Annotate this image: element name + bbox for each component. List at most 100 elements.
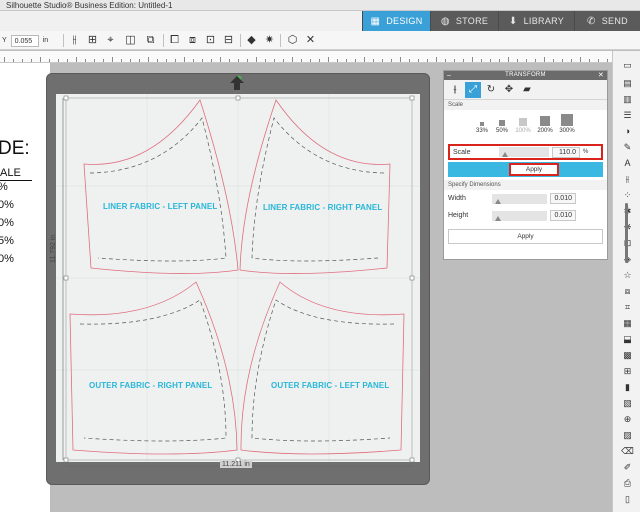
width-slider[interactable] — [492, 193, 547, 204]
scale-apply-button[interactable]: Apply — [509, 163, 559, 176]
close-icon[interactable]: ✕ — [304, 34, 317, 47]
align-tab-icon[interactable]: ⫲ — [447, 82, 463, 98]
eraser-icon[interactable]: ⌫ — [621, 445, 634, 458]
store-icon: ◍ — [440, 15, 450, 27]
rotate-tab-icon[interactable]: ↻ — [483, 82, 499, 98]
ruler-tick — [58, 59, 59, 62]
height-value-input[interactable]: 0.010 — [550, 210, 576, 221]
scale-apply-bar[interactable]: Apply — [448, 162, 603, 177]
ruler-tick — [454, 59, 455, 62]
tab-library-label: LIBRARY — [523, 16, 565, 26]
ruler-tick — [157, 59, 158, 62]
preset-label: 50% — [495, 128, 508, 134]
panel-label: LINER FABRIC - RIGHT PANEL — [263, 203, 383, 212]
align-panel-icon[interactable]: ⫲ — [621, 173, 634, 186]
send-icon: ✆ — [587, 15, 596, 27]
ungroup-icon[interactable]: ⧈ — [186, 34, 199, 47]
tab-design[interactable]: ▦ DESIGN — [362, 11, 430, 31]
warp-icon[interactable]: ⌗ — [621, 301, 634, 314]
color-swatches-icon[interactable]: ▧ — [621, 397, 634, 410]
align-icon[interactable]: ⫲ — [68, 34, 81, 47]
ruler-tick — [526, 59, 527, 62]
blade-icon[interactable]: ⬓ — [621, 333, 634, 346]
width-dimension-label: 11.211 in — [220, 461, 252, 468]
height-slider[interactable] — [492, 210, 547, 221]
page-setup-icon[interactable]: ▭ — [621, 59, 634, 72]
background-document: DE: ALE % 0% 0% 5% 0% — [0, 63, 50, 512]
preset-100[interactable]: 100% — [514, 114, 532, 134]
sidebar-scrollbar[interactable] — [625, 203, 628, 263]
ruler-tick — [31, 59, 32, 62]
star-icon[interactable]: ✷ — [263, 34, 276, 47]
sketch-icon[interactable]: ✐ — [621, 461, 634, 474]
tab-store[interactable]: ◍ STORE — [430, 11, 498, 31]
ruler-tick — [364, 57, 365, 62]
panel-label: OUTER FABRIC - RIGHT PANEL — [89, 381, 213, 390]
doc-value: 0% — [0, 217, 14, 229]
horizontal-ruler — [0, 51, 612, 63]
ruler-tick — [355, 59, 356, 62]
center-icon[interactable]: ⊞ — [86, 34, 99, 47]
preset-33[interactable]: 33% — [474, 114, 490, 134]
tab-library[interactable]: ⬇ LIBRARY — [498, 11, 574, 31]
scale-tab-icon[interactable]: ⤢ — [465, 81, 481, 98]
scale-presets: 33% 50% 100% 200% 300% — [444, 110, 607, 142]
cut-area[interactable] — [56, 94, 420, 462]
ruler-tick — [94, 59, 95, 62]
edit-toolbar: Y 0.055 in ⫲ ⊞ ⌖ ◫ ⧉ ⧠ ⧈ ⊡ ⊟ ◆ ✷ ⬡ ✕ — [0, 31, 640, 50]
duplicate-right-icon[interactable]: ◫ — [124, 34, 137, 47]
crosshair-icon[interactable]: ⌖ — [104, 34, 117, 47]
print-icon[interactable]: ⎙ — [621, 477, 634, 490]
panel-label: LINER FABRIC - LEFT PANEL — [103, 202, 218, 211]
preset-50[interactable]: 50% — [494, 114, 510, 134]
layers-icon[interactable]: ▥ — [621, 93, 634, 106]
preset-200[interactable]: 200% — [536, 114, 554, 134]
shapes-icon[interactable]: ◆ — [245, 34, 258, 47]
ruler-tick — [418, 59, 419, 62]
y-unit: in — [42, 37, 49, 44]
scale-slider[interactable] — [499, 147, 549, 157]
close-icon[interactable]: ✕ — [598, 71, 604, 80]
group-icon[interactable]: ⧠ — [168, 34, 181, 47]
preset-300[interactable]: 300% — [558, 114, 576, 134]
fill-color-icon[interactable]: ◑ — [621, 125, 634, 138]
compound-icon[interactable]: ⊡ — [204, 34, 217, 47]
preset-label: 200% — [537, 128, 553, 134]
shear-tab-icon[interactable]: ▰ — [519, 82, 535, 98]
tab-send[interactable]: ✆ SEND — [574, 11, 640, 31]
ruler-tick — [373, 59, 374, 62]
pencil-icon[interactable]: ✎ — [621, 141, 634, 154]
weld-icon[interactable]: ⊕ — [621, 413, 634, 426]
ruler-tick — [166, 59, 167, 62]
ruler-tick — [292, 57, 293, 62]
grid-view-icon[interactable]: ▩ — [621, 349, 634, 362]
grid-lines-icon[interactable]: ▤ — [621, 77, 634, 90]
width-value-input[interactable]: 0.010 — [550, 193, 576, 204]
ruler-tick — [121, 59, 122, 62]
ruler-tick — [211, 59, 212, 62]
library-panel-icon[interactable]: ▦ — [621, 317, 634, 330]
ruler-tick — [220, 57, 221, 62]
nesting-icon[interactable]: ⧈ — [621, 285, 634, 298]
star-tool-icon[interactable]: ☆ — [621, 269, 634, 282]
ruler-tick — [508, 57, 509, 62]
replicate-panel-icon[interactable]: ⁘ — [621, 189, 634, 202]
images-icon[interactable]: ▨ — [621, 429, 634, 442]
3d-box-icon[interactable]: ⬡ — [286, 34, 299, 47]
y-position-field[interactable]: Y 0.055 in — [2, 33, 48, 48]
replicate-icon[interactable]: ⧉ — [144, 34, 157, 47]
y-value-input[interactable]: 0.055 — [10, 34, 39, 47]
ruler-tick — [562, 59, 563, 62]
ruler-tick — [49, 59, 50, 62]
more-icon[interactable]: ▯ — [621, 493, 634, 506]
barcode-icon[interactable]: ▮ — [621, 381, 634, 394]
dimensions-apply-button[interactable]: Apply — [448, 229, 603, 244]
list-icon[interactable]: ☰ — [621, 109, 634, 122]
release-compound-icon[interactable]: ⊟ — [222, 34, 235, 47]
text-style-icon[interactable]: A — [621, 157, 634, 170]
move-tab-icon[interactable]: ✥ — [501, 82, 517, 98]
minimize-icon[interactable]: – — [447, 71, 451, 80]
doc-value: 0% — [0, 253, 14, 265]
scale-panel-icon[interactable]: ⊞ — [621, 365, 634, 378]
scale-value-input[interactable]: 110.0 — [552, 146, 580, 158]
